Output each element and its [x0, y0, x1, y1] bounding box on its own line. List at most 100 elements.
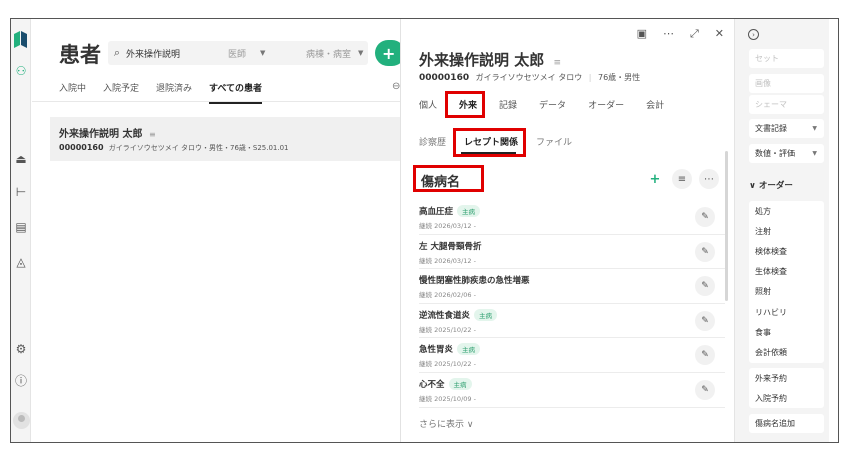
list-item[interactable]: 急性胃炎 主病 継続 2025/10/22 - ✎: [419, 338, 725, 373]
order-irradiation[interactable]: 照射: [749, 282, 824, 302]
edit-icon[interactable]: ✎: [695, 207, 715, 227]
schema-button[interactable]: シェーマ: [749, 95, 824, 114]
collapse-panel-icon[interactable]: ›: [748, 29, 759, 40]
doctor-filter-label: 医師: [228, 49, 247, 60]
detail-patient-info: 00000160 ガイライソウセツメイ タロウ | 76歳・男性: [419, 72, 640, 83]
tab-visit-history[interactable]: 診察歴: [419, 135, 446, 148]
document-record-dropdown[interactable]: 文書記録 ▼: [749, 119, 824, 138]
nav-rail: ⚇ ⏏ ⊢ ▤ ◬ ⚙ ⓘ: [11, 19, 31, 442]
disease-name: 左 大腿骨頸骨折: [419, 240, 725, 252]
eject-icon[interactable]: ⏏: [13, 151, 29, 167]
order-injection[interactable]: 注射: [749, 221, 824, 241]
list-item[interactable]: 高血圧症 主病 継続 2026/03/12 - ✎: [419, 200, 725, 235]
main-disease-badge: 主病: [474, 308, 498, 321]
order-billing-request[interactable]: 会計依頼: [749, 342, 824, 362]
action-panel: › セット 画像 シェーマ 文書記録 ▼ 数値・評価 ▼ ∨ オーダー 処方 注…: [734, 19, 829, 442]
scrollbar[interactable]: [725, 151, 728, 301]
edit-icon[interactable]: ✎: [695, 241, 715, 262]
highlight-box: [445, 91, 485, 118]
detail-age-sex: 76歳・男性: [598, 73, 641, 82]
order-specimen-test[interactable]: 検体検査: [749, 241, 824, 261]
highlight-box: [453, 128, 526, 157]
ward-filter[interactable]: 病棟・病室 ▼: [306, 47, 366, 60]
disease-name: 急性胃炎 主病: [419, 343, 725, 356]
more-icon[interactable]: ⋯: [663, 27, 674, 41]
more-icon[interactable]: ⋯: [699, 169, 719, 189]
set-button[interactable]: セット: [749, 49, 824, 68]
detail-toolbar: ▣ ⋯ ⤢ ✕: [621, 27, 724, 41]
search-input[interactable]: 外来操作説明: [126, 47, 228, 60]
tab-billing[interactable]: 会計: [646, 98, 664, 111]
contact-card-icon[interactable]: ▣: [637, 27, 647, 41]
tab-data[interactable]: データ: [539, 98, 566, 111]
reservation-group: 外来予約 入院予約: [749, 368, 824, 409]
section-actions: + ≡ ⋯: [638, 169, 719, 189]
show-more-link[interactable]: さらに表示 ∨: [419, 417, 473, 430]
tab-personal[interactable]: 個人: [419, 98, 437, 111]
edit-icon[interactable]: ✎: [695, 310, 715, 331]
disease-name-text: 逆流性食道炎: [419, 310, 471, 321]
doctor-filter[interactable]: 医師 ▼: [228, 47, 306, 60]
disease-date: 継続 2025/10/09 -: [419, 394, 476, 403]
order-rehab[interactable]: リハビリ: [749, 302, 824, 322]
app-logo: [14, 31, 27, 48]
bell-icon[interactable]: ◬: [13, 254, 29, 270]
disease-name-text: 高血圧症: [419, 207, 454, 217]
add-icon[interactable]: +: [645, 169, 665, 189]
order-prescription[interactable]: 処方: [749, 201, 824, 221]
settings-icon[interactable]: ⚙: [13, 341, 29, 357]
list-item[interactable]: 心不全 主病 継続 2025/10/09 - ✎: [419, 373, 725, 408]
values-eval-dropdown[interactable]: 数値・評価 ▼: [749, 144, 824, 163]
outpatient-reservation[interactable]: 外来予約: [749, 368, 824, 388]
tab-files[interactable]: ファイル: [536, 135, 572, 148]
bed-icon[interactable]: ⊢: [13, 184, 29, 200]
expand-icon[interactable]: ⤢: [690, 27, 699, 41]
order-physiological-test[interactable]: 生体検査: [749, 262, 824, 282]
search-icon: ⌕: [113, 46, 121, 59]
close-icon[interactable]: ✕: [715, 27, 724, 41]
disease-name-text: 心不全: [419, 379, 445, 390]
detail-patient-name: 外来操作説明 太郎 ≡: [419, 49, 561, 70]
disease-name-text: 急性胃炎: [419, 345, 454, 356]
disease-date: 継続 2026/03/12 -: [419, 256, 476, 265]
separator: |: [588, 73, 592, 82]
help-icon[interactable]: ⓘ: [13, 372, 29, 388]
avatar[interactable]: [13, 412, 30, 429]
disease-name-text: 左 大腿骨頸骨折: [419, 241, 482, 252]
patient-list-pane: 患者 ⌕ 外来操作説明 医師 ▼ 病棟・病室 ▼ + 入院中 入院予定 退院済み…: [32, 19, 405, 442]
patient-name: 外来操作説明 太郎 ≡: [59, 125, 156, 140]
disease-date: 継続 2026/03/12 -: [419, 222, 476, 230]
order-meal[interactable]: 食事: [749, 322, 824, 342]
patient-info: 00000160 ガイライソウセツメイ タロウ・男性・76歳・S25.01.01: [59, 143, 289, 153]
disease-name: 逆流性食道炎 主病: [419, 308, 725, 321]
disease-name: 高血圧症 主病: [419, 205, 725, 217]
detail-patient-id: 00000160: [419, 73, 470, 83]
list-item[interactable]: 左 大腿骨頸骨折 継続 2026/03/12 - ✎: [419, 235, 725, 270]
chevron-down-icon: ▼: [812, 150, 817, 157]
order-section-header[interactable]: ∨ オーダー: [749, 179, 793, 191]
main-disease-badge: 主病: [448, 377, 472, 390]
edit-icon[interactable]: ✎: [695, 379, 715, 400]
image-button[interactable]: 画像: [749, 74, 824, 93]
disease-date: 継続 2025/10/22 -: [419, 325, 476, 334]
list-item[interactable]: 慢性閉塞性肺疾患の急性増悪 継続 2026/02/06 - ✎: [419, 269, 725, 304]
patient-detail-pane: ▣ ⋯ ⤢ ✕ 外来操作説明 太郎 ≡ 00000160 ガイライソウセツメイ …: [400, 19, 734, 442]
tab-orders[interactable]: オーダー: [588, 98, 624, 111]
values-eval-label: 数値・評価: [755, 149, 795, 158]
order-group: 処方 注射 検体検査 生体検査 照射 リハビリ 食事 会計依頼: [749, 201, 824, 363]
patient-row[interactable]: 外来操作説明 太郎 ≡ 00000160 ガイライソウセツメイ タロウ・男性・7…: [50, 117, 402, 161]
patients-icon[interactable]: ⚇: [13, 63, 29, 79]
list-item[interactable]: 逆流性食道炎 主病 継続 2025/10/22 - ✎: [419, 304, 725, 339]
search-bar[interactable]: ⌕ 外来操作説明 医師 ▼ 病棟・病室 ▼: [108, 41, 368, 65]
chevron-down-icon: ▼: [812, 125, 817, 132]
app-window: ⚇ ⏏ ⊢ ▤ ◬ ⚙ ⓘ 患者 ⌕ 外来操作説明 医師 ▼ 病棟・病室 ▼ +…: [10, 18, 839, 443]
sort-icon[interactable]: ≡: [672, 169, 692, 189]
admission-reservation[interactable]: 入院予約: [749, 388, 824, 408]
ward-filter-label: 病棟・病室: [306, 49, 352, 60]
memo-icon[interactable]: ≡: [553, 58, 561, 68]
document-icon[interactable]: ▤: [13, 219, 29, 235]
patient-id: 00000160: [59, 143, 104, 152]
tab-records[interactable]: 記録: [499, 98, 517, 111]
patient-name-text: 外来操作説明 太郎: [59, 129, 143, 140]
add-disease-button[interactable]: 傷病名追加: [749, 414, 824, 433]
